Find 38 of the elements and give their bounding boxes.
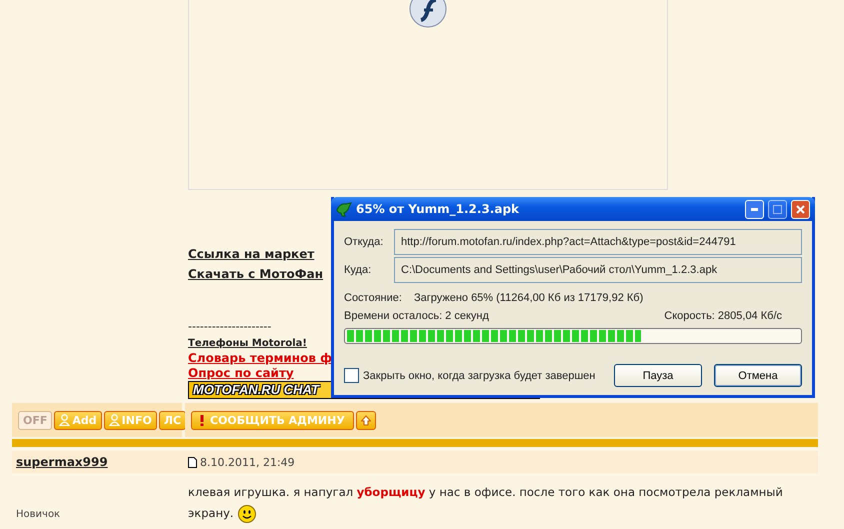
dialog-button[interactable]: Отмена — [714, 364, 802, 387]
field-label: Откуда: — [344, 236, 384, 248]
maximize-button[interactable] — [768, 200, 787, 218]
smiley-icon — [238, 504, 256, 522]
signature-link[interactable]: Словарь терминов ф — [188, 351, 332, 366]
user-rank: Новичок — [15, 509, 62, 520]
destination-path-field[interactable]: C:\Documents and Settings\user\Рабочий стол\Yumm_1.2.3.apk — [394, 257, 802, 283]
source-url-field[interactable]: http://forum.motofan.ru/index.php?act=Attach&type=post&id=244791 — [394, 229, 802, 255]
separator-text: --------------------- — [188, 321, 272, 333]
person-icon — [59, 414, 70, 426]
maximize-icon — [773, 204, 782, 214]
signature-link[interactable]: Телефоны Motorola! — [188, 336, 332, 351]
signature-link[interactable]: Опрос по сайту — [188, 366, 332, 381]
author-name[interactable]: supermax999 — [12, 455, 182, 469]
checkbox[interactable] — [344, 368, 359, 383]
post-link[interactable]: Ссылка на маркет — [188, 246, 324, 263]
flash-icon — [409, 0, 447, 28]
dialog-button[interactable]: Пауза — [614, 364, 702, 387]
up-arrow-icon — [360, 414, 371, 426]
post-text: экрану. — [188, 505, 234, 522]
post-date: 8.10.2011, 21:49 — [200, 456, 295, 468]
minimize-button[interactable] — [745, 200, 764, 218]
person-icon — [108, 414, 120, 426]
post-text: клевая игрушка. я напугал уборщицу у нас в офисе. после того как она посмотрела рекламный — [188, 484, 783, 501]
scroll-up-button[interactable] — [356, 410, 376, 430]
post-link[interactable]: Скачать с МотоФан — [188, 266, 324, 283]
status-label: Состояние: — [344, 292, 402, 304]
exclamation-icon — [200, 414, 204, 426]
document-icon — [188, 456, 197, 468]
time-left-text: Времени осталось: 2 секунд — [344, 310, 489, 322]
window-title: 65% от Yumm_1.2.3.apk — [356, 202, 520, 216]
close-button[interactable] — [791, 200, 810, 218]
speed-text: Скорость: 2805,04 Кб/с — [664, 310, 782, 322]
field-label: Куда: — [344, 264, 372, 276]
status-text: Загружено 65% (11264,00 Кб из 17179,92 Кб) — [414, 292, 644, 304]
checkbox-label: Закрыть окно, когда загрузка будет завершен — [363, 370, 596, 382]
close-icon — [796, 204, 805, 214]
minimize-icon — [751, 208, 758, 210]
